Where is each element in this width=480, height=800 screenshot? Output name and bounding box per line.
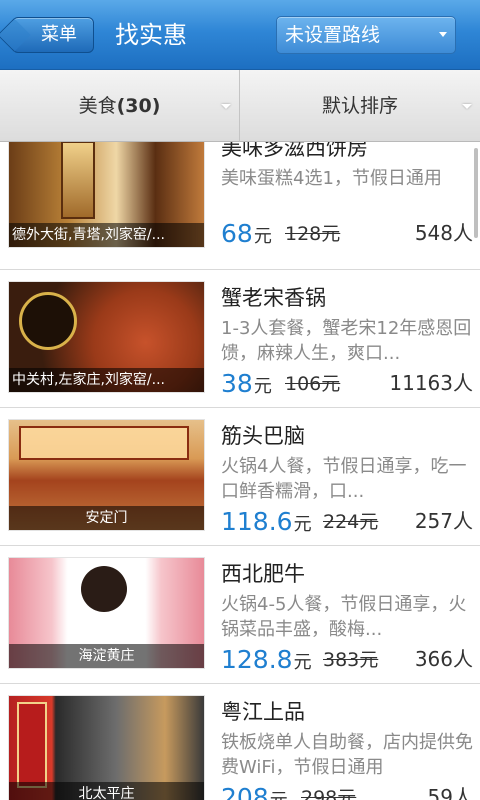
sold-count: 257人 xyxy=(414,509,473,533)
deal-description: 美味蛋糕4选1，节假日通用 xyxy=(221,168,442,189)
list-item[interactable]: 北太平庄 粤江上品 铁板烧单人自助餐，店内提供免费WiFi，节假日通用 208元… xyxy=(0,684,480,800)
sort-filter-label: 默认排序 xyxy=(321,95,398,117)
location-label: 安定门 xyxy=(9,506,204,530)
deal-thumbnail: 中关村,左家庄,刘家窑/... xyxy=(8,281,205,393)
list-item[interactable]: 中关村,左家庄,刘家窑/... 蟹老宋香锅 1-3人套餐，蟹老宋12年感恩回馈，… xyxy=(0,270,480,408)
deal-price: 118.6元 xyxy=(221,507,312,536)
deal-description: 铁板烧单人自助餐，店内提供免费WiFi，节假日通用 xyxy=(221,732,473,778)
deal-thumbnail: 北太平庄 xyxy=(8,695,205,800)
price-row: 128.8元 383元 366人 xyxy=(221,644,473,674)
price-unit: 元 xyxy=(293,514,312,535)
deal-price: 38元 xyxy=(221,369,272,398)
back-arrow-icon xyxy=(0,18,31,52)
price-row: 38元 106元 11163人 xyxy=(221,368,473,398)
sort-filter[interactable]: 默认排序 xyxy=(240,70,480,142)
deal-name: 美味多滋西饼房 xyxy=(221,142,368,160)
menu-back-button[interactable]: 菜单 xyxy=(0,17,94,53)
chevron-down-icon xyxy=(462,104,472,109)
route-select[interactable]: 未设置路线 xyxy=(276,16,456,54)
category-filter-count: (30) xyxy=(116,95,161,117)
shop-logo-emblem xyxy=(61,142,95,219)
sold-count: 366人 xyxy=(414,647,473,671)
price-row: 68元 128元 548人 xyxy=(221,218,473,248)
chevron-down-icon xyxy=(221,104,231,109)
deal-price: 128.8元 xyxy=(221,645,312,674)
price-value: 38 xyxy=(221,369,253,398)
deal-list[interactable]: 德外大街,青塔,刘家窑/... 美味多滋西饼房 美味蛋糕4选1，节假日通用 68… xyxy=(0,142,480,800)
deal-price: 208元 xyxy=(221,783,288,800)
deal-name: 筋头巴脑 xyxy=(221,424,305,448)
deal-thumbnail: 海淀黄庄 xyxy=(8,557,205,669)
page-title: 找实惠 xyxy=(115,21,187,49)
location-label: 德外大街,青塔,刘家窑/... xyxy=(9,223,204,247)
sold-count: 59人 xyxy=(427,785,473,800)
shop-logo-banner xyxy=(17,702,47,788)
category-filter[interactable]: 美食(30) xyxy=(0,70,240,142)
filter-bar: 美食(30) 默认排序 xyxy=(0,70,480,142)
deal-name: 西北肥牛 xyxy=(221,562,305,586)
scrollbar[interactable] xyxy=(474,148,478,238)
deal-thumbnail: 德外大街,青塔,刘家窑/... xyxy=(8,142,205,248)
shop-logo-emblem xyxy=(19,292,77,350)
location-label: 北太平庄 xyxy=(9,782,204,800)
list-item[interactable]: 海淀黄庄 西北肥牛 火锅4-5人餐，节假日通享，火锅菜品丰盛，酸梅... 128… xyxy=(0,546,480,684)
price-value: 118.6 xyxy=(221,507,293,536)
location-label: 海淀黄庄 xyxy=(9,644,204,668)
price-value: 208 xyxy=(221,783,269,800)
price-unit: 元 xyxy=(270,790,288,800)
deal-description: 1-3人套餐，蟹老宋12年感恩回馈，麻辣人生，爽口... xyxy=(221,318,472,364)
price-unit: 元 xyxy=(293,652,312,673)
deal-name: 粤江上品 xyxy=(221,700,305,724)
price-unit: 元 xyxy=(253,376,272,397)
category-filter-label: 美食 xyxy=(78,95,117,117)
menu-back-label: 菜单 xyxy=(41,24,77,45)
deal-price: 68元 xyxy=(221,219,272,248)
sold-count: 11163人 xyxy=(389,371,473,395)
original-price: 224元 xyxy=(323,511,379,533)
price-unit: 元 xyxy=(253,226,272,247)
original-price: 298元 xyxy=(301,787,357,800)
price-row: 118.6元 224元 257人 xyxy=(221,506,473,536)
route-select-value: 未设置路线 xyxy=(285,24,381,46)
original-price: 128元 xyxy=(285,223,341,245)
top-nav-bar: 菜单 找实惠 未设置路线 xyxy=(0,0,480,70)
deal-name: 蟹老宋香锅 xyxy=(221,286,326,310)
price-value: 68 xyxy=(221,219,253,248)
original-price: 383元 xyxy=(323,649,379,671)
deal-thumbnail: 安定门 xyxy=(8,419,205,531)
sold-count: 548人 xyxy=(414,221,473,245)
deal-description: 火锅4-5人餐，节假日通享，火锅菜品丰盛，酸梅... xyxy=(221,594,467,640)
price-row: 208元 298元 59人 xyxy=(221,782,473,800)
original-price: 106元 xyxy=(285,373,341,395)
location-label: 中关村,左家庄,刘家窑/... xyxy=(9,368,204,392)
price-value: 128.8 xyxy=(221,645,293,674)
shop-logo-banner xyxy=(19,426,189,460)
bull-logo-icon xyxy=(81,566,127,612)
list-item[interactable]: 安定门 筋头巴脑 火锅4人餐，节假日通享，吃一口鲜香糯滑，口... 118.6元… xyxy=(0,408,480,546)
deal-description: 火锅4人餐，节假日通享，吃一口鲜香糯滑，口... xyxy=(221,456,467,502)
chevron-down-icon xyxy=(439,32,447,37)
list-item[interactable]: 德外大街,青塔,刘家窑/... 美味多滋西饼房 美味蛋糕4选1，节假日通用 68… xyxy=(0,142,480,270)
